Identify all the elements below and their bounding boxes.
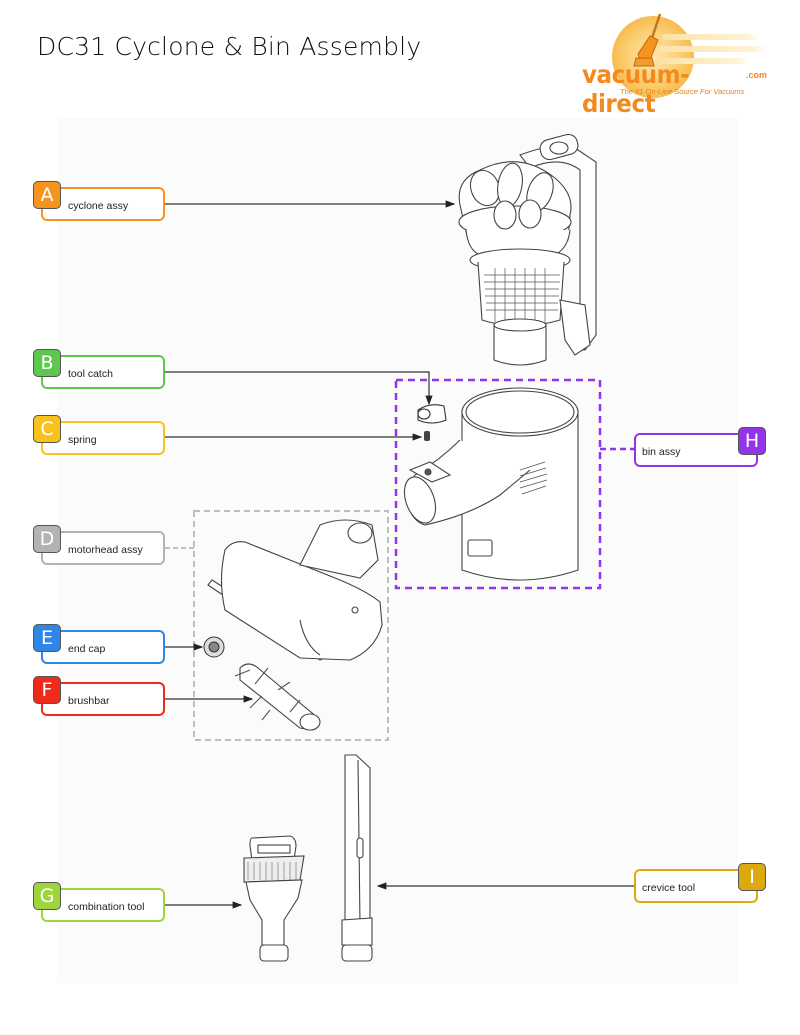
callout-badge: E xyxy=(33,624,61,652)
callout-label: spring xyxy=(68,434,97,446)
callout-label: brushbar xyxy=(68,695,110,707)
callout-badge: B xyxy=(33,349,61,377)
callout-label: motorhead assy xyxy=(68,544,143,556)
tool-catch-part[interactable] xyxy=(417,404,447,424)
spring-part[interactable] xyxy=(424,431,430,441)
callout-label: cyclone assy xyxy=(68,200,129,212)
crevice-tool-part[interactable] xyxy=(341,754,373,962)
callout-label: crevice tool xyxy=(642,882,696,894)
callout-badge: F xyxy=(33,676,61,704)
callout-label: tool catch xyxy=(68,368,113,380)
callout-badge: D xyxy=(33,525,61,553)
callout-label: combination tool xyxy=(68,901,145,913)
callout-badge: I xyxy=(738,863,766,891)
brushbar-part[interactable] xyxy=(234,663,321,731)
callout-label: end cap xyxy=(68,643,106,655)
callout-label: bin assy xyxy=(642,446,681,458)
cyclone-assembly-part[interactable] xyxy=(458,132,597,366)
leader-tool-catch xyxy=(165,371,433,406)
combination-tool-part[interactable] xyxy=(243,835,305,962)
callout-badge: G xyxy=(33,882,61,910)
motorhead-part[interactable] xyxy=(207,519,383,661)
callout-badge: H xyxy=(738,427,766,455)
callout-badge: C xyxy=(33,415,61,443)
end-cap-part[interactable] xyxy=(203,636,225,658)
callout-badge: A xyxy=(33,181,61,209)
